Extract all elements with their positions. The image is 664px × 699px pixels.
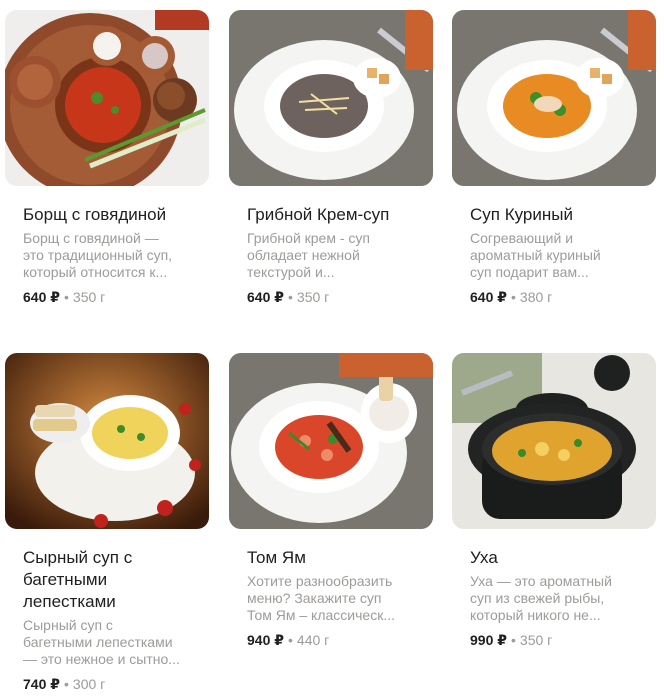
product-title: Том Ям [247, 548, 306, 567]
product-description: Хотите разнообразить меню? Закажите суп … [247, 573, 395, 623]
product-title: Уха [470, 548, 498, 567]
product-description: Борщ с говядиной — это традиционный суп,… [23, 230, 173, 280]
product-weight: 350 г [519, 632, 553, 648]
product-description: Согревающий и ароматный куриный суп пода… [470, 230, 601, 280]
product-card[interactable]: Грибной Крем-суп Грибной крем - суп обла… [229, 10, 433, 306]
separator-dot: • [288, 632, 293, 648]
product-title: Суп Куриный [470, 205, 573, 224]
product-weight: 380 г [519, 289, 553, 305]
price-row: 640 ₽ • 350 г [23, 288, 209, 306]
borscht-photo-image [5, 10, 209, 186]
product-price: 740 ₽ [23, 676, 60, 692]
borscht-photo[interactable] [5, 10, 209, 186]
separator-dot: • [64, 676, 69, 692]
chicken-soup-photo-image [452, 10, 656, 186]
product-title: Сырный суп с багетными лепестками [23, 548, 133, 611]
product-description: Сырный суп с багетными лепестками — это … [23, 617, 180, 667]
product-card[interactable]: Сырный суп с багетными лепестками Сырный… [5, 353, 209, 693]
product-weight: 350 г [72, 289, 106, 305]
cheese-soup-photo-image [5, 353, 209, 529]
product-weight: 300 г [72, 676, 106, 692]
tom-yum-photo[interactable] [229, 353, 433, 529]
product-card[interactable]: Уха Уха — это ароматный суп из свежей ры… [452, 353, 656, 649]
product-price: 990 ₽ [470, 632, 507, 648]
product-title: Грибной Крем-суп [247, 205, 390, 224]
price-row: 640 ₽ • 380 г [470, 288, 656, 306]
product-price: 640 ₽ [470, 289, 507, 305]
mushroom-soup-photo[interactable] [229, 10, 433, 186]
price-row: 940 ₽ • 440 г [247, 631, 433, 649]
tom-yum-photo-image [229, 353, 433, 529]
cheese-soup-photo[interactable] [5, 353, 209, 529]
product-price: 640 ₽ [247, 289, 284, 305]
product-price: 940 ₽ [247, 632, 284, 648]
chicken-soup-photo[interactable] [452, 10, 656, 186]
product-weight: 440 г [296, 632, 330, 648]
product-description: Уха — это ароматный суп из свежей рыбы, … [470, 573, 612, 623]
price-row: 740 ₽ • 300 г [23, 675, 209, 693]
product-card[interactable]: Том Ям Хотите разнообразить меню? Закажи… [229, 353, 433, 649]
fish-soup-photo-image [452, 353, 656, 529]
product-weight: 350 г [296, 289, 330, 305]
product-price: 640 ₽ [23, 289, 60, 305]
separator-dot: • [511, 289, 516, 305]
fish-soup-photo[interactable] [452, 353, 656, 529]
product-card[interactable]: Борщ с говядиной Борщ с говядиной — это … [5, 10, 209, 306]
product-card[interactable]: Суп Куриный Согревающий и ароматный кури… [452, 10, 656, 306]
product-title: Борщ с говядиной [23, 205, 167, 224]
price-row: 640 ₽ • 350 г [247, 288, 433, 306]
price-row: 990 ₽ • 350 г [470, 631, 656, 649]
separator-dot: • [511, 632, 516, 648]
separator-dot: • [288, 289, 293, 305]
separator-dot: • [64, 289, 69, 305]
mushroom-soup-photo-image [229, 10, 433, 186]
product-description: Грибной крем - суп обладает нежной текст… [247, 230, 370, 280]
